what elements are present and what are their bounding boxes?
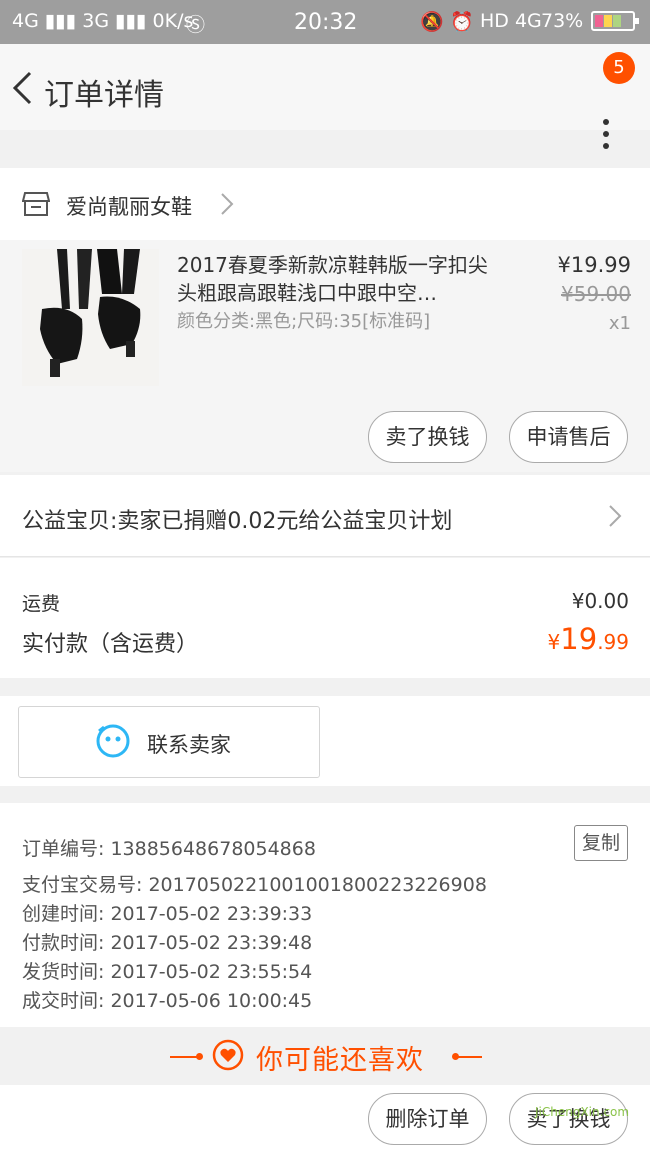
recommend-title: 你可能还喜欢 [256, 1045, 424, 1076]
chevron-right-icon [609, 505, 622, 527]
total-paid: ¥19.99 [548, 622, 629, 656]
charity-row[interactable]: 公益宝贝:卖家已捐赠0.02元给公益宝贝计划 [0, 475, 650, 557]
shop-name: 爱尚靓丽女鞋 [66, 195, 192, 219]
alarm-icon: ⏰ [450, 11, 474, 33]
sim-icon: Ⓢ [186, 14, 206, 36]
divider [196, 1053, 203, 1060]
order-info: 订单编号: 13885648678054868 复制 支付宝交易号: 20170… [0, 803, 650, 1027]
product-title[interactable]: 2017春夏季新款凉鞋韩版一字扣尖头粗跟高跟鞋浅口中跟中空… [177, 251, 497, 307]
contact-seller-button[interactable]: 联系卖家 [18, 706, 320, 778]
page-title: 订单详情 [44, 78, 164, 113]
battery-icon [591, 11, 639, 31]
recommend-header: 你可能还喜欢 [0, 1027, 650, 1085]
contact-section: 联系卖家 [0, 696, 650, 786]
signal-status: 4G ▮▮▮ 3G ▮▮▮ 0K/s [12, 10, 194, 32]
product-sku: 颜色分类:黑色;尺码:35[标准码] [177, 311, 431, 332]
product-item[interactable]: 2017春夏季新款凉鞋韩版一字扣尖头粗跟高跟鞋浅口中跟中空… 颜色分类:黑色;尺… [0, 240, 650, 472]
shipped-time: 发货时间: 2017-05-02 23:55:54 [22, 961, 313, 983]
chat-face-icon [96, 724, 130, 758]
product-original-price: ¥59.00 [561, 282, 631, 306]
shipping-label: 运费 [22, 593, 61, 615]
total-currency: ¥ [547, 630, 561, 654]
copy-button[interactable]: 复制 [574, 825, 628, 861]
chevron-right-icon [221, 193, 234, 215]
product-image[interactable] [22, 249, 159, 386]
shipping-value: ¥0.00 [571, 589, 629, 613]
shop-icon [22, 192, 50, 216]
charity-text: 公益宝贝:卖家已捐赠0.02元给公益宝贝计划 [22, 509, 453, 534]
product-price: ¥19.99 [557, 253, 631, 277]
divider [456, 1056, 482, 1058]
more-options-icon[interactable] [594, 116, 618, 156]
total-label: 实付款（含运费） [22, 632, 199, 657]
mute-icon: 🔕 [420, 11, 444, 33]
total-decimal: .99 [597, 630, 629, 654]
cost-summary: 运费 ¥0.00 实付款（含运费） ¥19.99 [0, 558, 650, 678]
shop-row[interactable]: 爱尚靓丽女鞋 [0, 168, 650, 240]
alipay-trade-number: 支付宝交易号: 2017050221001001800223226908 [22, 874, 487, 896]
clock: 20:32 [294, 10, 358, 35]
sell-exchange-button[interactable]: 卖了换钱 [509, 1093, 628, 1145]
status-bar: 4G ▮▮▮ 3G ▮▮▮ 0K/s Ⓢ 20:32 🔕 ⏰ HD 4G 73% [0, 0, 650, 44]
order-number: 订单编号: 13885648678054868 [22, 838, 316, 860]
back-arrow-icon[interactable] [10, 70, 36, 106]
contact-seller-label: 联系卖家 [147, 733, 231, 757]
notification-badge[interactable]: 5 [603, 52, 635, 84]
watermark: JiChengXin.com [535, 1105, 630, 1119]
heart-icon [212, 1039, 244, 1071]
network-status: HD 4G [480, 10, 542, 32]
bottom-action-bar: 删除订单 卖了换钱 JiChengXin.com [0, 1085, 650, 1155]
after-sales-button[interactable]: 申请售后 [509, 411, 628, 463]
delete-order-button[interactable]: 删除订单 [368, 1093, 487, 1145]
completed-time: 成交时间: 2017-05-06 10:00:45 [22, 990, 313, 1012]
paid-time: 付款时间: 2017-05-02 23:39:48 [22, 932, 313, 954]
header: 订单详情 5 [0, 44, 650, 149]
created-time: 创建时间: 2017-05-02 23:39:33 [22, 903, 313, 925]
battery-percent: 73% [541, 10, 584, 32]
product-quantity: x1 [608, 313, 631, 334]
sell-exchange-button[interactable]: 卖了换钱 [368, 411, 487, 463]
total-integer: 19 [560, 622, 598, 656]
